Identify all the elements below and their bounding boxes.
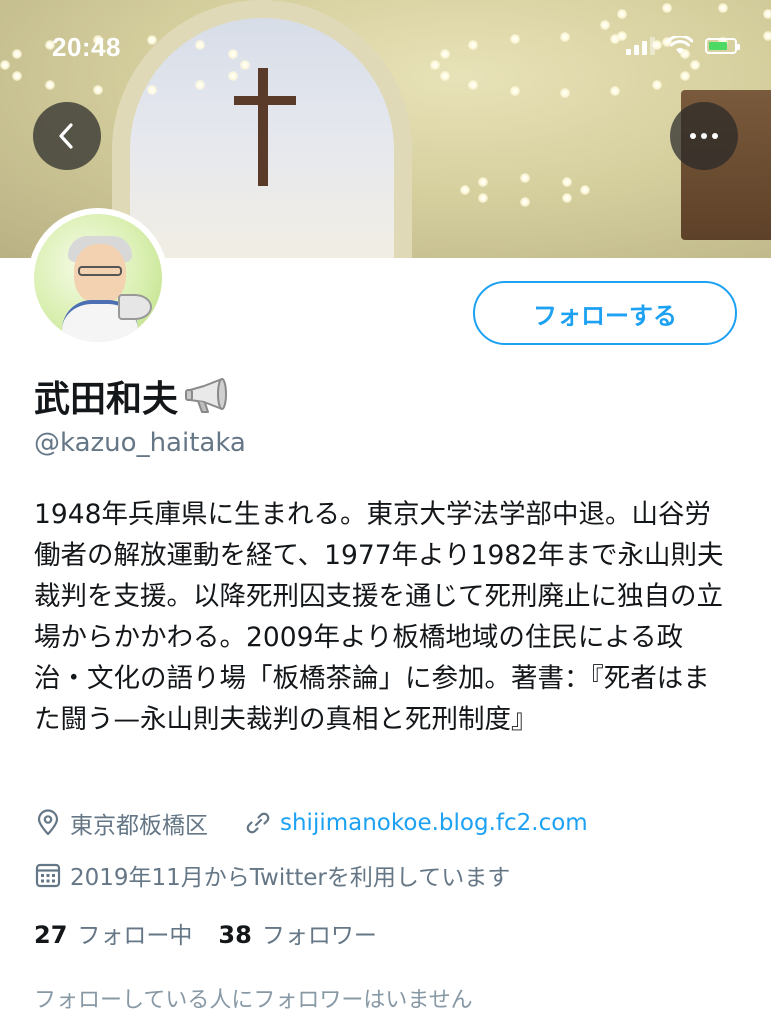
chevron-left-icon xyxy=(59,123,73,149)
following-count[interactable]: 27 xyxy=(34,921,67,949)
chandelier-light xyxy=(477,176,488,187)
chandelier-light xyxy=(146,85,157,96)
display-name-row: 武田和夫 xyxy=(34,370,228,422)
chandelier-light xyxy=(430,60,440,70)
battery-fill xyxy=(709,42,727,50)
chandelier-light xyxy=(0,60,10,70)
location-text: 東京都板橋区 xyxy=(70,813,208,839)
user-handle: @kazuo_haitaka xyxy=(34,428,246,458)
website-link[interactable]: shijimanokoe.blog.fc2.com xyxy=(280,810,588,836)
chandelier-light xyxy=(468,79,479,90)
cross-vertical xyxy=(258,68,268,186)
profile-avatar[interactable] xyxy=(28,208,168,348)
chandelier-light xyxy=(228,48,239,59)
profile-bio: 1948年兵庫県に生まれる。東京大学法学部中退。山谷労働者の解放運動を経て、19… xyxy=(34,499,724,735)
cross-horizontal xyxy=(234,96,296,105)
chandelier-light xyxy=(609,85,620,96)
chandelier-light xyxy=(580,185,590,195)
followers-label[interactable]: フォロワー xyxy=(262,916,377,950)
wifi-icon xyxy=(667,36,693,54)
chandelier-light xyxy=(520,173,530,183)
chandelier-light xyxy=(562,176,573,187)
chandelier-light xyxy=(762,30,771,41)
joined-text: 2019年11月からTwitterを利用しています xyxy=(70,865,511,891)
chandelier-light xyxy=(662,2,673,13)
cellular-signal-icon xyxy=(626,37,655,55)
location-website-row: 東京都板橋区 shijimanokoe.blog.fc2.com xyxy=(34,806,588,840)
chandelier-light xyxy=(680,70,691,81)
chandelier-light xyxy=(762,9,771,20)
more-options-button[interactable] xyxy=(670,102,738,170)
chandelier-light xyxy=(600,20,610,30)
following-label[interactable]: フォロー中 xyxy=(77,916,192,950)
chandelier-light xyxy=(717,2,728,13)
back-button[interactable] xyxy=(33,102,101,170)
chandelier-light xyxy=(11,48,22,59)
chandelier-light xyxy=(240,60,250,70)
followers-you-know-text: フォローしている人にフォロワーはいません xyxy=(34,988,473,1013)
status-indicators xyxy=(626,36,740,56)
chandelier-light xyxy=(439,70,450,81)
megaphone-icon xyxy=(185,378,228,413)
follow-counts: 27 フォロー中 38 フォロワー xyxy=(34,916,403,950)
chandelier-light xyxy=(690,60,700,70)
chandelier-light xyxy=(460,185,470,195)
battery-icon xyxy=(705,38,740,54)
location-pin-icon xyxy=(37,809,59,836)
link-icon xyxy=(246,812,270,834)
display-name: 武田和夫 xyxy=(34,379,179,420)
joined-date-row: 2019年11月からTwitterを利用しています xyxy=(34,858,510,892)
chandelier-light xyxy=(651,79,662,90)
follow-button[interactable]: フォローする xyxy=(473,281,737,345)
avatar-illustration xyxy=(34,214,162,342)
chandelier-light xyxy=(146,34,157,45)
status-time: 20:48 xyxy=(52,32,121,62)
chandelier-light xyxy=(560,88,570,98)
chandelier-light xyxy=(194,39,205,50)
calendar-icon xyxy=(35,863,61,888)
chandelier-light xyxy=(560,32,570,42)
more-horizontal-icon xyxy=(690,133,718,139)
chandelier-light xyxy=(520,197,530,207)
followers-count[interactable]: 38 xyxy=(218,921,251,949)
